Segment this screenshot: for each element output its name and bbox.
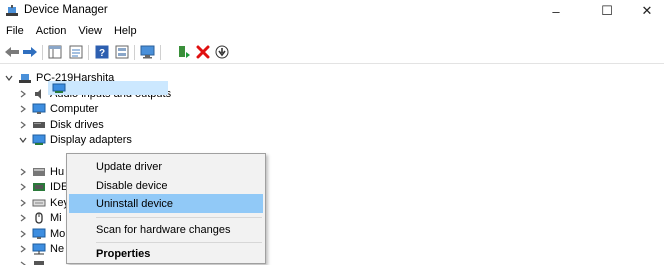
chevron-right-icon[interactable] [18,213,28,223]
scan-hardware-icon[interactable] [140,44,156,60]
tree-item-label: Hu [50,165,65,178]
tree-item-label: Mo [50,227,66,240]
disk-icon [32,119,46,131]
svg-text:?: ? [99,48,105,59]
tree-item-label: Ne [50,243,65,256]
tree-item-mice[interactable]: Mi [18,211,62,227]
speaker-icon [32,88,46,100]
ide-icon [32,181,46,193]
maximize-button[interactable]: ☐ [589,0,625,22]
selected-display-adapter-row[interactable] [48,81,168,95]
show-hide-console-tree-icon[interactable] [47,44,63,60]
device-icon [32,259,46,265]
menu-action[interactable]: Action [30,22,73,41]
properties-icon[interactable] [68,44,84,60]
context-menu: Update driver Disable device Uninstall d… [66,153,266,264]
chevron-down-icon[interactable] [18,135,28,145]
display-adapter-icon [32,134,46,146]
menu-disable-device[interactable]: Disable device [69,176,263,195]
forward-arrow-icon[interactable] [22,44,38,60]
menu-help[interactable]: Help [108,22,143,41]
download-icon[interactable] [214,44,230,60]
minimize-button[interactable]: – [538,0,574,22]
mouse-icon [32,212,46,224]
tree-item-human-interface[interactable]: Hu [18,164,64,180]
toolbar: ? [0,41,664,64]
chevron-right-icon [18,260,28,265]
tree-item-ide[interactable]: IDE [18,180,68,196]
chevron-down-icon[interactable] [4,73,14,83]
tree-item-monitors[interactable]: Mo [18,226,65,242]
toolbar-separator [160,45,161,60]
update-driver-icon[interactable] [176,44,192,60]
monitor-icon [32,103,46,115]
tree-item-label: Mi [50,212,62,225]
tree-item-computer[interactable]: Computer [18,102,98,118]
tree-item-label: Display adapters [50,134,132,147]
view-icon[interactable] [114,44,130,60]
computer-tree-icon [18,72,32,84]
menu-uninstall-device[interactable]: Uninstall device [69,194,263,213]
menu-separator [96,217,262,218]
window-title: Device Manager [24,4,108,16]
menu-view[interactable]: View [72,22,108,41]
tree-item-label: Disk drives [50,118,104,131]
chevron-right-icon[interactable] [18,244,28,254]
title-bar: Device Manager – ☐ ✕ [0,0,664,22]
menu-properties[interactable]: Properties [69,244,263,263]
toolbar-separator [88,45,89,60]
menu-update-driver[interactable]: Update driver [69,157,263,176]
toolbar-separator [134,45,135,60]
chevron-right-icon[interactable] [18,229,28,239]
chevron-right-icon[interactable] [18,89,28,99]
menu-separator [96,242,262,243]
tree-item-display-adapters[interactable]: Display adapters [18,133,132,149]
chevron-right-icon[interactable] [18,104,28,114]
menu-scan-hardware-changes[interactable]: Scan for hardware changes [69,220,263,239]
close-button[interactable]: ✕ [629,0,664,22]
chevron-right-icon[interactable] [18,182,28,192]
tree-item-label: Computer [50,103,99,116]
tree-item-keyboards[interactable]: Key [18,195,69,211]
toolbar-separator [42,45,43,60]
help-icon[interactable]: ? [94,44,110,60]
monitor-icon [32,228,46,240]
tree-item-disk-drives[interactable]: Disk drives [18,117,104,133]
display-adapter-icon [52,83,66,97]
network-icon [32,243,46,255]
back-arrow-icon[interactable] [4,44,20,60]
uninstall-x-icon[interactable] [195,44,211,60]
chevron-right-icon[interactable] [18,167,28,177]
chevron-right-icon[interactable] [18,120,28,130]
tree-item-partial [18,257,50,265]
tree-item-network[interactable]: Ne [18,242,64,258]
chevron-right-icon[interactable] [18,198,28,208]
keyboard-icon [32,197,46,209]
hid-icon [32,166,46,178]
menu-file[interactable]: File [0,22,30,41]
menu-bar: File Action View Help [0,22,143,41]
device-manager-icon [5,4,19,18]
